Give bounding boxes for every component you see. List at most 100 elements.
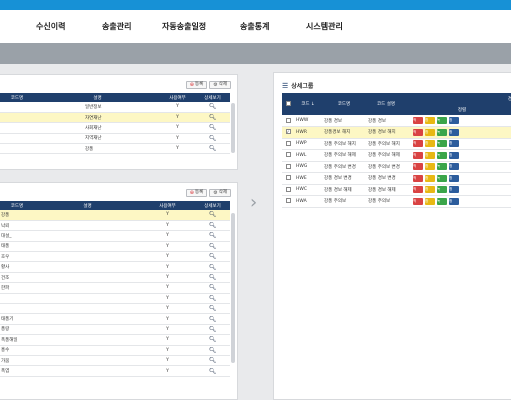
row-checkbox[interactable] xyxy=(282,149,294,162)
alert-blue-button[interactable]: 청 xyxy=(449,128,459,136)
chevron-right-icon[interactable]: › xyxy=(250,192,257,213)
column-header-code[interactable]: 코드 ↓ xyxy=(294,93,322,115)
table-row[interactable]: 홍수 Y 🔍︎ xyxy=(0,345,230,356)
table-row[interactable]: 폭풍해일 Y 🔍︎ xyxy=(0,334,230,346)
alert-yellow-button[interactable]: 합 xyxy=(425,140,435,148)
alert-blue-button[interactable]: 청 xyxy=(449,197,459,205)
table-row[interactable]: Y 🔍︎ xyxy=(0,293,230,305)
column-header-detail[interactable]: 상세보기 xyxy=(195,93,230,102)
checkbox[interactable] xyxy=(285,186,291,192)
delete-button[interactable]: ⚙ 삭제 xyxy=(209,81,231,89)
row-checkbox[interactable] xyxy=(282,184,294,196)
table-row[interactable]: 호우 Y 🔍︎ xyxy=(0,251,230,263)
column-header-code-name[interactable]: 코드명 xyxy=(322,93,366,115)
checkbox[interactable] xyxy=(285,175,291,181)
magnifier-icon[interactable]: 🔍︎ xyxy=(209,336,217,343)
checkbox[interactable]: ✓ xyxy=(285,129,291,135)
table-row[interactable]: 가뭄 Y 🔍︎ xyxy=(0,355,230,367)
row-checkbox[interactable]: ✓ xyxy=(282,126,294,139)
table-row[interactable]: HWA 강풍 주의보 강풍 주의보 적 합 녹 청 xyxy=(282,195,511,208)
column-header-description[interactable]: 설명 xyxy=(35,201,140,210)
scrollbar[interactable] xyxy=(231,213,235,363)
table-row[interactable]: 태풍 Y 🔍︎ xyxy=(0,241,230,253)
table-row[interactable]: 황사 Y 🔍︎ xyxy=(0,261,230,273)
magnifier-icon[interactable]: 🔍︎ xyxy=(209,135,217,142)
nav-item-broadcast-stats[interactable]: 송출통계 xyxy=(240,21,269,32)
row-checkbox[interactable] xyxy=(282,138,294,150)
row-checkbox[interactable] xyxy=(282,161,294,173)
column-header-code-name[interactable]: 코드명 xyxy=(0,93,35,102)
alert-yellow-button[interactable]: 합 xyxy=(425,197,435,205)
magnifier-icon[interactable]: 🔍︎ xyxy=(209,316,217,323)
table-row[interactable]: 일반정보 Y 🔍︎ xyxy=(0,102,230,113)
column-header-code-description[interactable]: 코드 설명 xyxy=(366,93,406,115)
table-row[interactable]: HWW 강풍 경보 강풍 경보 적 합 녹 청 xyxy=(282,115,511,127)
alert-blue-button[interactable]: 청 xyxy=(449,163,459,171)
nav-item-auto-schedule[interactable]: 자동송출일정 xyxy=(162,21,206,32)
table-row[interactable]: 건조 Y 🔍︎ xyxy=(0,272,230,284)
alert-green-button[interactable]: 녹 xyxy=(437,128,447,136)
nav-item-system-management[interactable]: 시스템관리 xyxy=(306,21,343,32)
select-all-checkbox[interactable] xyxy=(282,93,294,115)
magnifier-icon[interactable]: 🔍︎ xyxy=(209,232,217,239)
column-header-detail[interactable]: 상세보기 xyxy=(195,201,230,210)
alert-red-button[interactable]: 적 xyxy=(413,151,423,159)
alert-red-button[interactable]: 적 xyxy=(413,117,423,124)
magnifier-icon[interactable]: 🔍︎ xyxy=(209,357,217,364)
column-header-description[interactable]: 설명 xyxy=(35,93,160,102)
alert-yellow-button[interactable]: 합 xyxy=(425,151,435,159)
table-row[interactable]: HWL 강풍 주의보 해제 강풍 주의보 해제 적 합 녹 청 xyxy=(282,149,511,162)
magnifier-icon[interactable]: 🔍︎ xyxy=(209,305,217,312)
table-row[interactable]: 한파 Y 🔍︎ xyxy=(0,282,230,294)
checkbox[interactable] xyxy=(285,117,291,123)
register-button[interactable]: ⊕ 등록 xyxy=(185,81,208,89)
column-header-use-yn[interactable]: 사용여부 xyxy=(140,201,195,210)
checkbox[interactable] xyxy=(285,152,291,158)
alert-green-button[interactable]: 녹 xyxy=(437,140,447,148)
magnifier-icon[interactable]: 🔍︎ xyxy=(209,326,217,333)
column-header-code-name[interactable]: 코드명 xyxy=(0,201,35,210)
nav-item-broadcast-management[interactable]: 송출관리 xyxy=(102,21,131,32)
alert-green-button[interactable]: 녹 xyxy=(437,174,447,182)
alert-green-button[interactable]: 녹 xyxy=(437,163,447,171)
table-row[interactable]: HWP 강풍 주의보 해지 강풍 주의보 해지 적 합 녹 청 xyxy=(282,138,511,150)
magnifier-icon[interactable]: 🔍︎ xyxy=(209,253,217,260)
table-row[interactable]: 풍랑 Y 🔍︎ xyxy=(0,324,230,336)
magnifier-icon[interactable]: 🔍︎ xyxy=(209,114,217,121)
checkbox[interactable] xyxy=(285,198,291,204)
table-row[interactable]: ✓ HWR 강풍경보 해지 강풍 경보 해지 적 합 녹 청 xyxy=(282,126,511,139)
alert-blue-button[interactable]: 청 xyxy=(449,117,459,124)
alert-yellow-button[interactable]: 합 xyxy=(425,128,435,136)
table-row[interactable]: 강풍 Y 🔍︎ xyxy=(0,210,230,221)
table-row[interactable]: 지역재난 Y 🔍︎ xyxy=(0,133,230,145)
table-row[interactable]: 태풍기 Y 🔍︎ xyxy=(0,313,230,325)
alert-green-button[interactable]: 녹 xyxy=(437,151,447,159)
alert-red-button[interactable]: 적 xyxy=(413,140,423,148)
magnifier-icon[interactable]: 🔍︎ xyxy=(209,124,217,131)
checkbox[interactable] xyxy=(285,140,291,146)
magnifier-icon[interactable]: 🔍︎ xyxy=(209,295,217,302)
alert-blue-button[interactable]: 청 xyxy=(449,151,459,159)
alert-yellow-button[interactable]: 합 xyxy=(425,163,435,171)
delete-button[interactable]: ⚙ 삭제 xyxy=(209,189,231,197)
table-row[interactable]: HWE 강풍 경보 변경 강풍 경보 변경 적 합 녹 청 xyxy=(282,172,511,185)
magnifier-icon[interactable]: 🔍︎ xyxy=(209,347,217,354)
magnifier-icon[interactable]: 🔍︎ xyxy=(209,368,217,375)
magnifier-icon[interactable]: 🔍︎ xyxy=(209,103,217,110)
table-row[interactable]: 폭염 Y 🔍︎ xyxy=(0,365,230,377)
magnifier-icon[interactable]: 🔍︎ xyxy=(209,211,217,218)
column-header-alert[interactable]: 경보 xyxy=(406,93,511,104)
alert-red-button[interactable]: 적 xyxy=(413,163,423,171)
row-checkbox[interactable] xyxy=(282,172,294,185)
table-row[interactable]: 강풍 Y 🔍︎ xyxy=(0,143,230,155)
alert-yellow-button[interactable]: 합 xyxy=(425,186,435,194)
row-checkbox[interactable] xyxy=(282,115,294,127)
magnifier-icon[interactable]: 🔍︎ xyxy=(209,145,217,152)
column-header-use-yn[interactable]: 사용여부 xyxy=(160,93,195,102)
alert-red-button[interactable]: 적 xyxy=(413,128,423,136)
table-row[interactable]: 자연재난 Y 🔍︎ xyxy=(0,112,230,124)
alert-yellow-button[interactable]: 합 xyxy=(425,117,435,124)
alert-green-button[interactable]: 녹 xyxy=(437,186,447,194)
magnifier-icon[interactable]: 🔍︎ xyxy=(209,274,217,281)
nav-item-receive-history[interactable]: 수신이력 xyxy=(36,21,65,32)
